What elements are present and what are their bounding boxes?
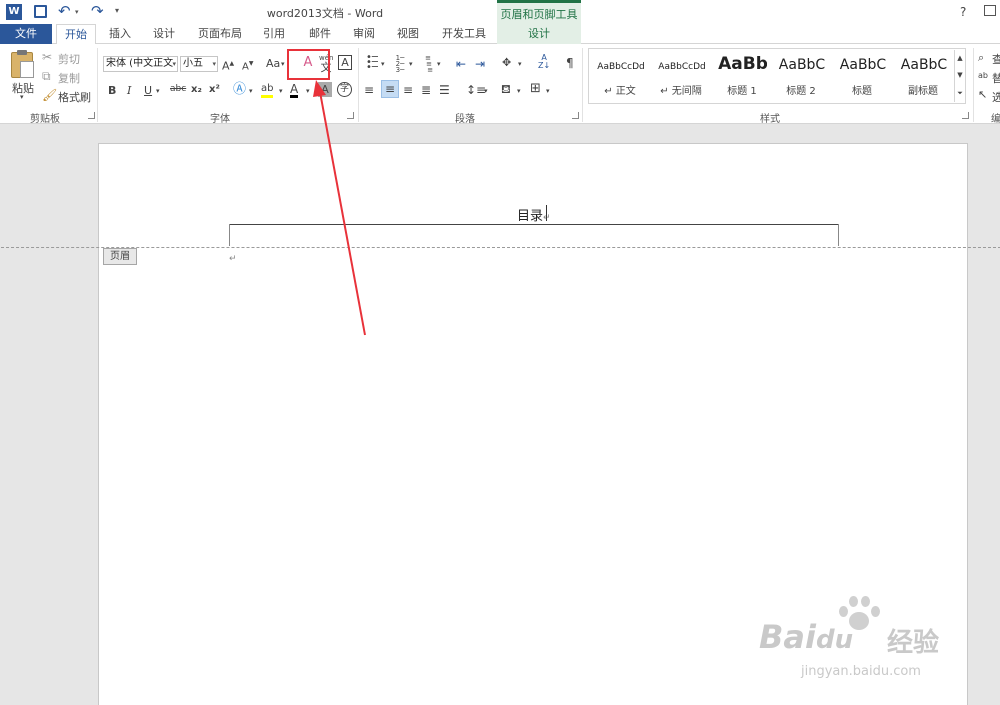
annotation-arrow: [313, 80, 366, 336]
